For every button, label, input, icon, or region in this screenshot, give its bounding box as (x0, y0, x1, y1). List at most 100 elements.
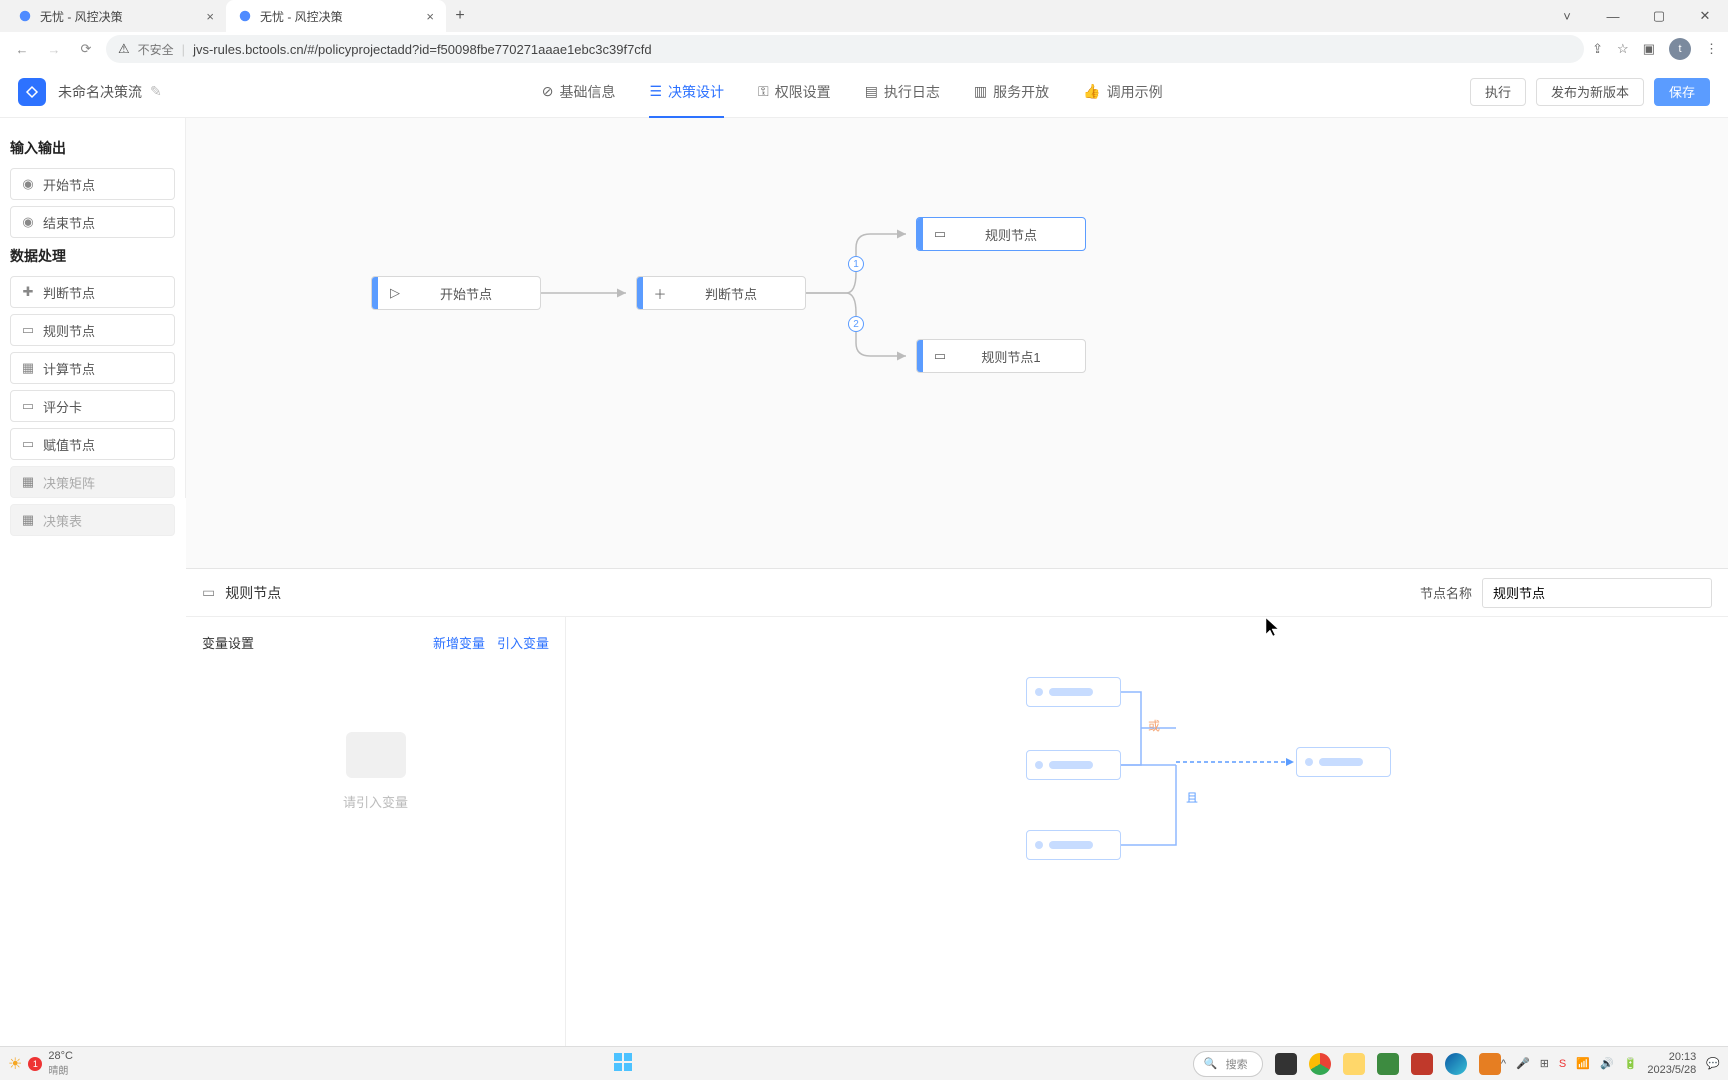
condition-block[interactable] (1026, 830, 1121, 860)
palette-assign-node[interactable]: ▭赋值节点 (10, 428, 175, 460)
clock-time: 20:13 (1647, 1051, 1696, 1063)
result-block[interactable] (1296, 747, 1391, 777)
palette-end-node[interactable]: ◉结束节点 (10, 206, 175, 238)
empty-state: 请引入变量 (202, 732, 549, 811)
taskbar-app-icon[interactable] (1377, 1053, 1399, 1075)
service-icon: ▥ (974, 83, 987, 100)
app-logo-icon (18, 78, 46, 106)
plus-icon: ＋ (643, 284, 677, 303)
palette-data-header: 数据处理 (10, 246, 175, 266)
palette-score-node[interactable]: ▭评分卡 (10, 390, 175, 422)
tray-mic-icon[interactable]: 🎤 (1516, 1057, 1530, 1070)
nav-exec-log[interactable]: ▤执行日志 (865, 66, 940, 118)
info-icon: ⊘ (542, 83, 554, 100)
tab-title: 无忧 - 风控决策 (40, 8, 123, 25)
rule-edges (566, 617, 1728, 1046)
system-clock[interactable]: 20:13 2023/5/28 (1647, 1051, 1696, 1075)
variables-panel: 变量设置 新增变量 引入变量 请引入变量 (186, 617, 566, 1046)
tray-icon[interactable]: ⊞ (1540, 1057, 1549, 1070)
nav-decision-design[interactable]: ☰决策设计 (649, 66, 724, 118)
edit-icon[interactable]: ✎ (150, 83, 162, 100)
rule-icon: ▭ (923, 348, 957, 364)
empty-text: 请引入变量 (202, 792, 549, 811)
start-button[interactable] (613, 1052, 633, 1075)
flow-canvas[interactable]: ▷开始节点 ＋判断节点 ▭规则节点 ▭规则节点1 1 2 (186, 118, 1728, 568)
taskbar-search[interactable]: 🔍 搜索 (1193, 1051, 1263, 1077)
tray-battery-icon[interactable]: 🔋 (1624, 1057, 1638, 1070)
weather-widget[interactable]: ☀ 1 28°C 晴朗 (8, 1050, 73, 1077)
node-palette: 输入输出 ◉开始节点 ◉结束节点 数据处理 ✚判断节点 ▭规则节点 ▦计算节点 … (0, 118, 186, 498)
minimize-icon[interactable]: — (1590, 0, 1636, 32)
palette-start-node[interactable]: ◉开始节点 (10, 168, 175, 200)
palette-decision-node[interactable]: ✚判断节点 (10, 276, 175, 308)
menu-icon[interactable]: ⋮ (1705, 41, 1718, 57)
execute-button[interactable]: 执行 (1470, 78, 1526, 106)
panel-title: 规则节点 (225, 583, 281, 603)
profile-avatar[interactable]: t (1669, 38, 1691, 60)
weather-text: 晴朗 (48, 1062, 73, 1077)
tray-volume-icon[interactable]: 🔊 (1600, 1057, 1614, 1070)
favicon-icon (238, 9, 252, 23)
close-icon[interactable]: × (206, 9, 214, 24)
reload-icon[interactable]: ⟳ (74, 37, 98, 61)
tray-icon[interactable]: S (1559, 1058, 1566, 1070)
new-tab-button[interactable]: + (446, 2, 474, 30)
nav-permissions[interactable]: ⚿权限设置 (758, 66, 831, 118)
import-variable-link[interactable]: 引入变量 (497, 633, 549, 652)
palette-calc-node[interactable]: ▦计算节点 (10, 352, 175, 384)
close-window-icon[interactable]: ✕ (1682, 0, 1728, 32)
table-icon: ▦ (21, 513, 35, 527)
maximize-icon[interactable]: ▢ (1636, 0, 1682, 32)
log-icon: ▤ (865, 83, 878, 100)
save-button[interactable]: 保存 (1654, 78, 1710, 106)
extensions-icon[interactable]: ▣ (1643, 41, 1655, 57)
taskbar-chrome-icon[interactable] (1309, 1053, 1331, 1075)
flow-decision-node[interactable]: ＋判断节点 (636, 276, 806, 310)
weather-icon: ☀ (8, 1054, 22, 1074)
tray-chevron-icon[interactable]: ^ (1501, 1058, 1506, 1070)
lock-icon: ⚿ (758, 83, 769, 100)
taskbar-explorer-icon[interactable] (1343, 1053, 1365, 1075)
palette-matrix-node: ▦决策矩阵 (10, 466, 175, 498)
node-name-input[interactable] (1482, 578, 1712, 608)
share-icon[interactable]: ⇪ (1592, 41, 1603, 57)
document-title: 未命名决策流 (58, 82, 142, 102)
close-icon[interactable]: × (426, 9, 434, 24)
tab-title: 无忧 - 风控决策 (260, 8, 343, 25)
flow-rule-node-a[interactable]: ▭规则节点 (916, 217, 1086, 251)
taskbar-edge-icon[interactable] (1445, 1053, 1467, 1075)
stop-icon: ◉ (21, 215, 35, 229)
rule-icon: ▭ (923, 226, 957, 242)
condition-block[interactable] (1026, 677, 1121, 707)
palette-rule-node[interactable]: ▭规则节点 (10, 314, 175, 346)
bookmark-icon[interactable]: ☆ (1617, 41, 1629, 57)
nav-service[interactable]: ▥服务开放 (974, 66, 1049, 118)
condition-block[interactable] (1026, 750, 1121, 780)
browser-tab[interactable]: 无忧 - 风控决策 × (6, 0, 226, 32)
branch-badge-1: 1 (848, 256, 864, 272)
url-text: jvs-rules.bctools.cn/#/policyprojectadd?… (193, 42, 652, 57)
rule-icon: ▭ (202, 584, 215, 601)
address-bar[interactable]: ⚠ 不安全 | jvs-rules.bctools.cn/#/policypro… (106, 35, 1584, 63)
chevron-down-icon[interactable]: ˅ (1544, 0, 1590, 32)
tray-wifi-icon[interactable]: 📶 (1576, 1057, 1590, 1070)
flow-rule-node-b[interactable]: ▭规则节点1 (916, 339, 1086, 373)
app-header: 未命名决策流 ✎ ⊘基础信息 ☰决策设计 ⚿权限设置 ▤执行日志 ▥服务开放 👍… (0, 66, 1728, 118)
add-variable-link[interactable]: 新增变量 (433, 633, 485, 652)
nav-basic-info[interactable]: ⊘基础信息 (542, 66, 616, 118)
taskbar-app-icon[interactable] (1275, 1053, 1297, 1075)
browser-chrome: 无忧 - 风控决策 × 无忧 - 风控决策 × + ˅ — ▢ ✕ ← → ⟳ … (0, 0, 1728, 66)
browser-tab[interactable]: 无忧 - 风控决策 × (226, 0, 446, 32)
taskbar-app-icon[interactable] (1411, 1053, 1433, 1075)
taskbar-app-icon[interactable] (1479, 1053, 1501, 1075)
nav-invoke-example[interactable]: 👍调用示例 (1083, 66, 1162, 118)
rule-tree[interactable]: 或 且 (566, 617, 1728, 1046)
forward-icon[interactable]: → (42, 37, 66, 61)
flow-start-node[interactable]: ▷开始节点 (371, 276, 541, 310)
cursor-icon (1266, 618, 1280, 638)
tray-notification-icon[interactable]: 💬 (1706, 1057, 1720, 1070)
palette-io-header: 输入输出 (10, 138, 175, 158)
card-icon: ▭ (21, 399, 35, 413)
back-icon[interactable]: ← (10, 37, 34, 61)
publish-button[interactable]: 发布为新版本 (1536, 78, 1644, 106)
